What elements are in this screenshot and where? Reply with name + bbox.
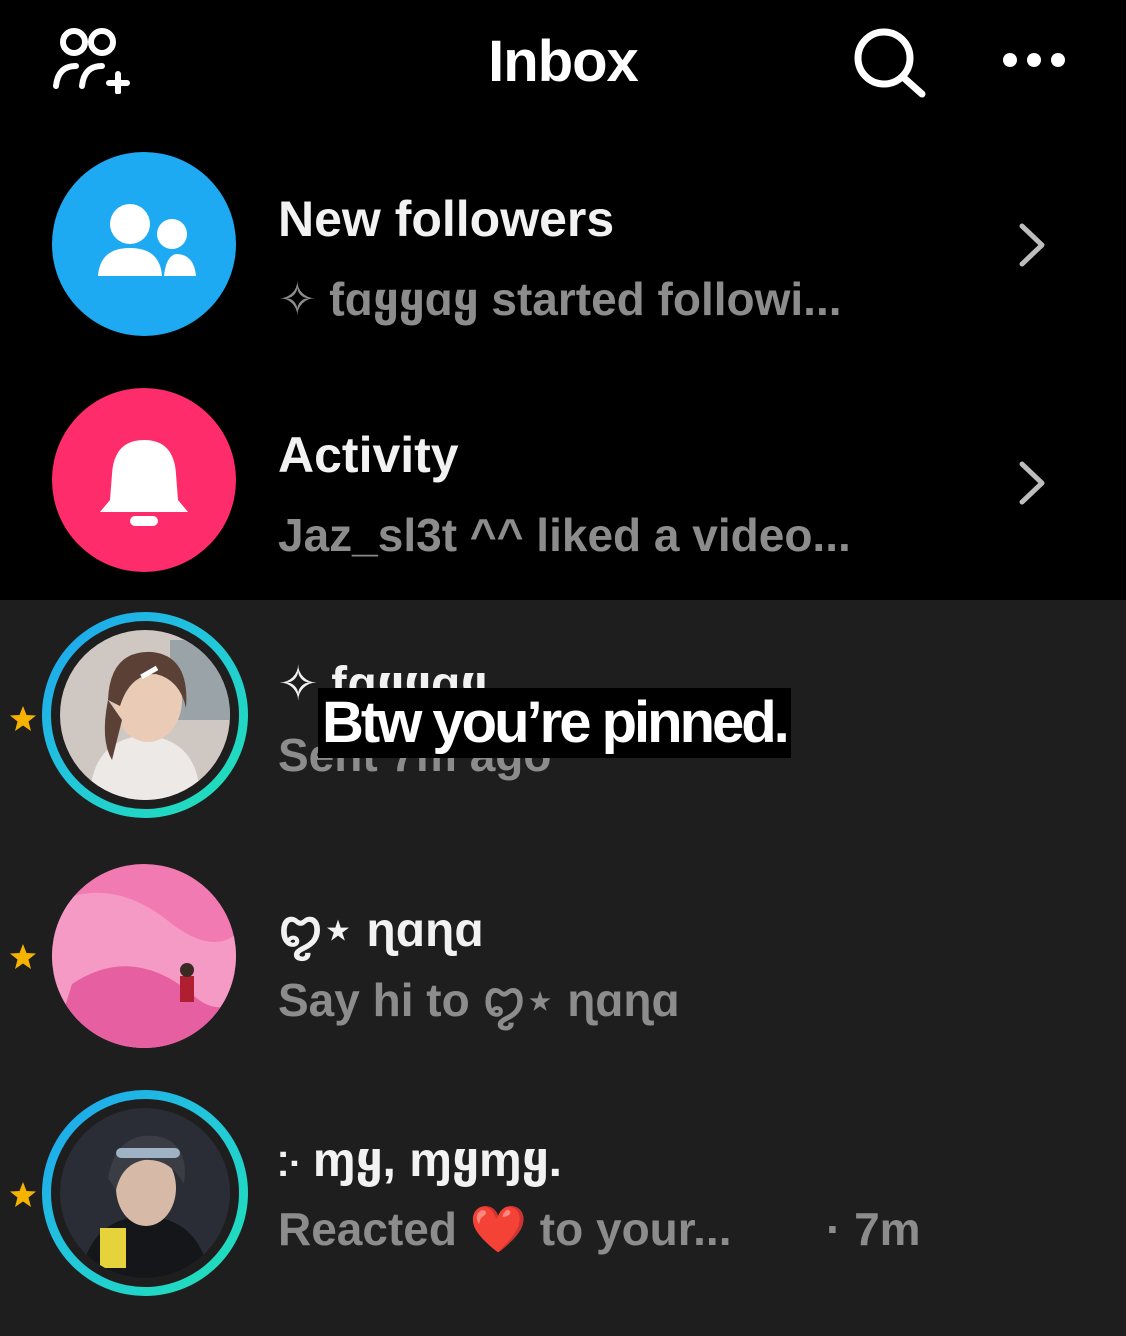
activity-preview: Jaz_sl3t ^^ liked a video... <box>278 509 851 561</box>
chat-name: ჻ ɱყ, ɱყɱყ. <box>278 1134 563 1187</box>
avatar[interactable] <box>52 864 236 1048</box>
activity-title: Activity <box>278 427 459 483</box>
chat-preview: Say hi to ꨄ⋆ ɳɑɳɑ <box>278 974 680 1026</box>
new-followers-preview: ✧ ƭɑყყɑყ started followi... <box>278 273 842 325</box>
chat-timestamp: · 7m <box>826 1203 921 1255</box>
activity-row[interactable]: Activity Jaz_sl3t ^^ liked a video... <box>0 364 1126 602</box>
chevron-right-icon <box>1019 461 1045 505</box>
chat-row-nana[interactable]: ꨄ⋆ ɳɑɳɑ Say hi to ꨄ⋆ ɳɑɳɑ <box>0 836 1126 1072</box>
pin-star-icon <box>10 706 36 731</box>
overlay-caption: Btw you’re pinned. <box>318 688 791 758</box>
story-ring <box>42 612 248 818</box>
new-followers-row[interactable]: New followers ✧ ƭɑყყɑყ started followi..… <box>0 126 1126 364</box>
pin-star-icon <box>10 944 36 969</box>
chat-name: ꨄ⋆ ɳɑɳɑ <box>278 904 484 957</box>
avatar[interactable] <box>60 630 230 800</box>
chat-row-mymy[interactable]: ჻ ɱყ, ɱყɱყ. Reacted ❤️ to your... · 7m <box>0 1072 1126 1336</box>
people-icon <box>52 152 236 336</box>
story-ring <box>42 1090 248 1296</box>
pin-star-icon <box>10 1182 36 1207</box>
chat-preview: Reacted ❤️ to your... <box>278 1203 732 1255</box>
bell-icon <box>52 388 236 572</box>
inbox-header: Inbox <box>0 0 1126 130</box>
page-title: Inbox <box>488 29 639 94</box>
chevron-right-icon <box>1019 223 1045 267</box>
avatar[interactable] <box>60 1108 230 1278</box>
new-followers-title: New followers <box>278 191 615 247</box>
more-icon[interactable] <box>998 48 1070 72</box>
search-icon[interactable] <box>852 26 928 98</box>
